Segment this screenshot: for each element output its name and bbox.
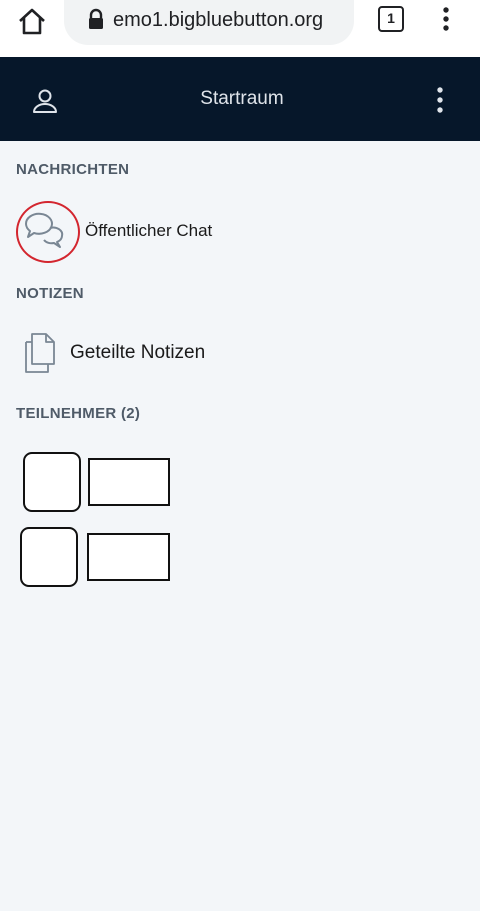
messages-heading: NACHRICHTEN [16, 161, 130, 178]
room-title: Startraum [200, 88, 284, 109]
url-text[interactable]: emo1.bigbluebutton.org [113, 6, 348, 34]
participant-avatar [20, 527, 78, 587]
participant-row[interactable] [18, 526, 178, 590]
participant-name [87, 533, 170, 581]
shared-notes-label: Geteilte Notizen [70, 342, 206, 363]
participant-avatar [23, 452, 81, 512]
tab-switcher-button[interactable]: 1 [378, 6, 404, 32]
more-vertical-icon [443, 7, 449, 31]
more-vertical-icon [437, 87, 443, 113]
lock-icon [87, 8, 105, 30]
home-icon [19, 8, 45, 35]
document-icon [25, 333, 55, 373]
participant-row[interactable] [18, 452, 178, 516]
shared-notes-item[interactable]: Geteilte Notizen [20, 330, 280, 376]
participants-heading: TEILNEHMER (2) [16, 405, 141, 422]
browser-toolbar: emo1.bigbluebutton.org 1 [0, 0, 480, 57]
home-button[interactable] [16, 6, 48, 36]
public-chat-label: Öffentlicher Chat [85, 221, 213, 240]
participant-name [88, 458, 170, 506]
browser-menu-button[interactable] [436, 6, 456, 34]
app-options-button[interactable] [430, 86, 450, 116]
app-header: Startraum [0, 57, 480, 141]
public-chat-item[interactable]: Öffentlicher Chat [14, 200, 274, 264]
notes-heading: NOTIZEN [16, 285, 84, 302]
chat-icon [24, 212, 64, 248]
